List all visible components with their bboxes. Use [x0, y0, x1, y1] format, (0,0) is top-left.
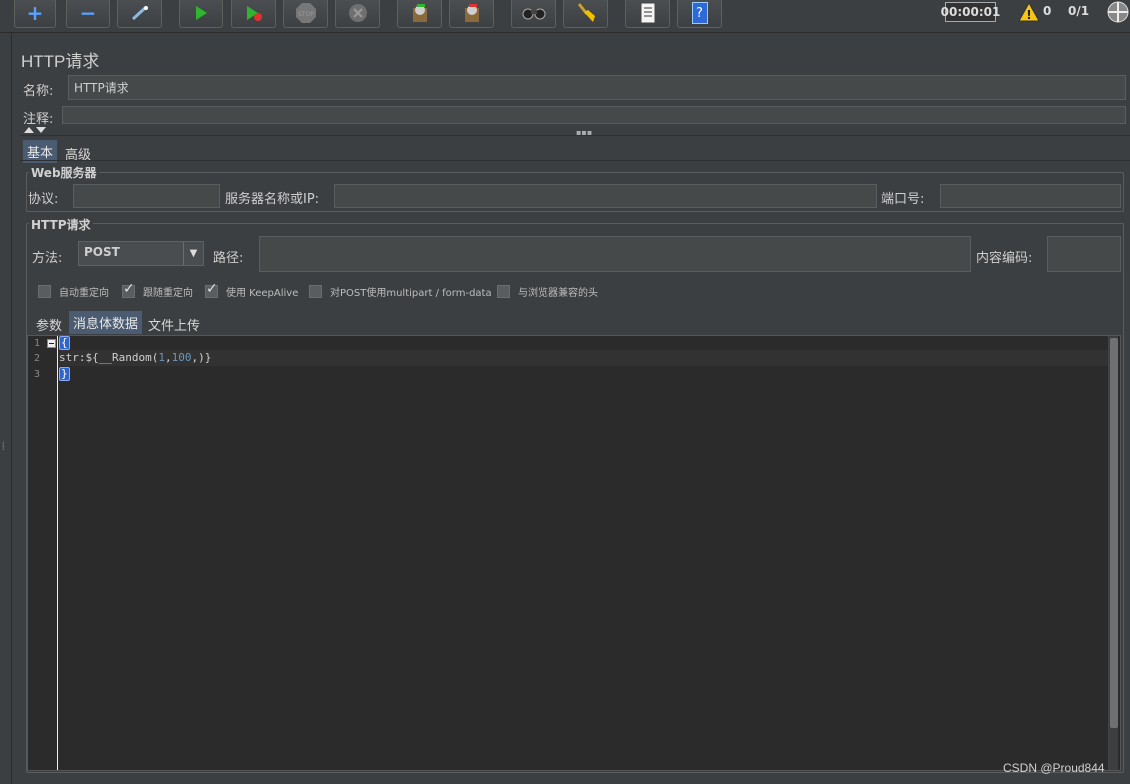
toggle-button[interactable] — [117, 0, 162, 28]
line-number-gutter: 1 2 3 — [28, 336, 58, 770]
active-threads: 0/1 — [1068, 4, 1090, 18]
warning-count: 0 — [1043, 4, 1052, 18]
server-label: 服务器名称或IP: — [225, 192, 320, 207]
body-data-editor[interactable]: 1 2 3 { str:${__Random(1,100,)} } — [27, 335, 1121, 771]
browser-headers-checkbox[interactable]: 与浏览器兼容的头 — [497, 284, 598, 299]
name-field[interactable]: HTTP请求 — [68, 75, 1126, 100]
remote-start-button[interactable] — [397, 0, 442, 28]
remote-stop-icon — [464, 4, 479, 22]
scrollbar-thumb[interactable] — [1110, 338, 1118, 728]
auto-redirect-checkbox[interactable]: 自动重定向 — [38, 284, 109, 299]
watermark: CSDN @Proud844 — [1003, 761, 1105, 775]
toolbar: + − STOP ? 00:00:01 ! 0 0/1 — [0, 0, 1130, 33]
method-select[interactable]: POST ▼ — [78, 241, 204, 266]
server-field[interactable] — [334, 184, 877, 208]
line-number: 1 — [34, 338, 41, 349]
method-value: POST — [84, 245, 120, 259]
page-title: HTTP请求 — [21, 52, 100, 71]
matched-brace: } — [59, 367, 70, 381]
elapsed-timer: 00:00:01 — [941, 2, 1000, 22]
code-line-2: str:${__Random(1,100,)} — [59, 351, 212, 364]
checkbox-box[interactable] — [205, 281, 218, 298]
port-field[interactable] — [940, 184, 1121, 208]
search-button[interactable] — [511, 0, 556, 28]
http-request-group-title: HTTP请求 — [29, 216, 93, 233]
auto-redirect-label: 自动重定向 — [59, 288, 109, 299]
multipart-label: 对POST使用multipart / form-data — [330, 288, 492, 299]
chevron-down-icon[interactable]: ▼ — [183, 242, 203, 265]
notebook-icon — [640, 2, 655, 24]
tab-body-data[interactable]: 消息体数据 — [69, 311, 143, 334]
remote-globe-icon[interactable] — [1107, 1, 1129, 23]
stop-button[interactable]: STOP — [283, 0, 328, 28]
shutdown-button[interactable] — [335, 0, 380, 28]
code-line-1: { — [59, 336, 70, 350]
comment-label: 注释: — [23, 112, 54, 127]
remote-stop-button[interactable] — [449, 0, 494, 28]
help-icon: ? — [691, 2, 708, 24]
play-icon — [196, 6, 207, 20]
broom-icon — [577, 3, 595, 22]
browser-headers-label: 与浏览器兼容的头 — [518, 288, 598, 299]
matched-brace: { — [59, 336, 70, 350]
warning-icon[interactable]: ! — [1018, 2, 1040, 22]
play-no-pause-icon — [246, 6, 262, 21]
start-no-pause-button[interactable] — [231, 0, 276, 28]
remote-start-icon — [412, 4, 427, 22]
checkbox-box[interactable] — [309, 285, 322, 298]
encoding-field[interactable] — [1047, 236, 1121, 272]
protocol-field[interactable] — [73, 184, 220, 208]
follow-redirect-label: 跟随重定向 — [143, 288, 193, 299]
code-line-3: } — [59, 367, 70, 381]
fold-collapse-icon[interactable] — [47, 339, 56, 348]
remove-button[interactable]: − — [66, 0, 110, 28]
name-label: 名称: — [23, 84, 54, 99]
clear-button[interactable] — [563, 0, 608, 28]
line-number: 2 — [34, 353, 41, 364]
web-server-group-title: Web服务器 — [29, 164, 99, 181]
tree-splitter[interactable]: ⁞ ⁞ — [0, 33, 12, 784]
stop-icon: STOP — [295, 3, 316, 23]
checkbox-box[interactable] — [38, 285, 51, 298]
line-number: 3 — [34, 369, 41, 380]
plus-icon: + — [26, 1, 44, 25]
collapse-arrows-icon[interactable] — [24, 126, 48, 134]
wand-icon — [131, 6, 148, 21]
splitter-grip[interactable]: ⁞ ⁞ — [2, 441, 8, 459]
keepalive-label: 使用 KeepAlive — [226, 288, 299, 299]
comment-field[interactable] — [62, 106, 1126, 124]
tab-parameters[interactable]: 参数 — [32, 313, 66, 336]
encoding-label: 内容编码: — [976, 251, 1033, 266]
start-button[interactable] — [179, 0, 223, 28]
multipart-checkbox[interactable]: 对POST使用multipart / form-data — [309, 284, 492, 299]
function-helper-button[interactable] — [625, 0, 670, 28]
editor-scrollbar[interactable] — [1108, 336, 1118, 770]
tab-advanced[interactable]: 高级 — [61, 142, 95, 165]
help-button[interactable]: ? — [677, 0, 722, 28]
splitter-line — [20, 135, 1130, 136]
checkbox-box[interactable] — [497, 285, 510, 298]
follow-redirect-checkbox[interactable]: 跟随重定向 — [122, 281, 193, 299]
port-label: 端口号: — [881, 192, 925, 207]
add-button[interactable]: + — [14, 0, 56, 28]
protocol-label: 协议: — [28, 192, 59, 207]
tab-file-upload[interactable]: 文件上传 — [144, 313, 204, 336]
path-field[interactable] — [259, 236, 971, 272]
shutdown-icon — [348, 4, 367, 22]
method-label: 方法: — [32, 251, 63, 266]
checkbox-box[interactable] — [122, 281, 135, 298]
svg-text:!: ! — [1026, 8, 1031, 22]
minus-icon: − — [79, 1, 97, 25]
current-line-highlight — [59, 350, 1109, 366]
http-sampler-panel: HTTP请求 名称: HTTP请求 注释: ▪▪▪ 基本 高级 Web服务器 协… — [12, 33, 1130, 784]
path-label: 路径: — [213, 251, 244, 266]
keepalive-checkbox[interactable]: 使用 KeepAlive — [205, 281, 299, 299]
tab-divider — [20, 160, 1130, 161]
binoculars-icon — [522, 8, 545, 20]
svg-text:STOP: STOP — [298, 11, 314, 18]
